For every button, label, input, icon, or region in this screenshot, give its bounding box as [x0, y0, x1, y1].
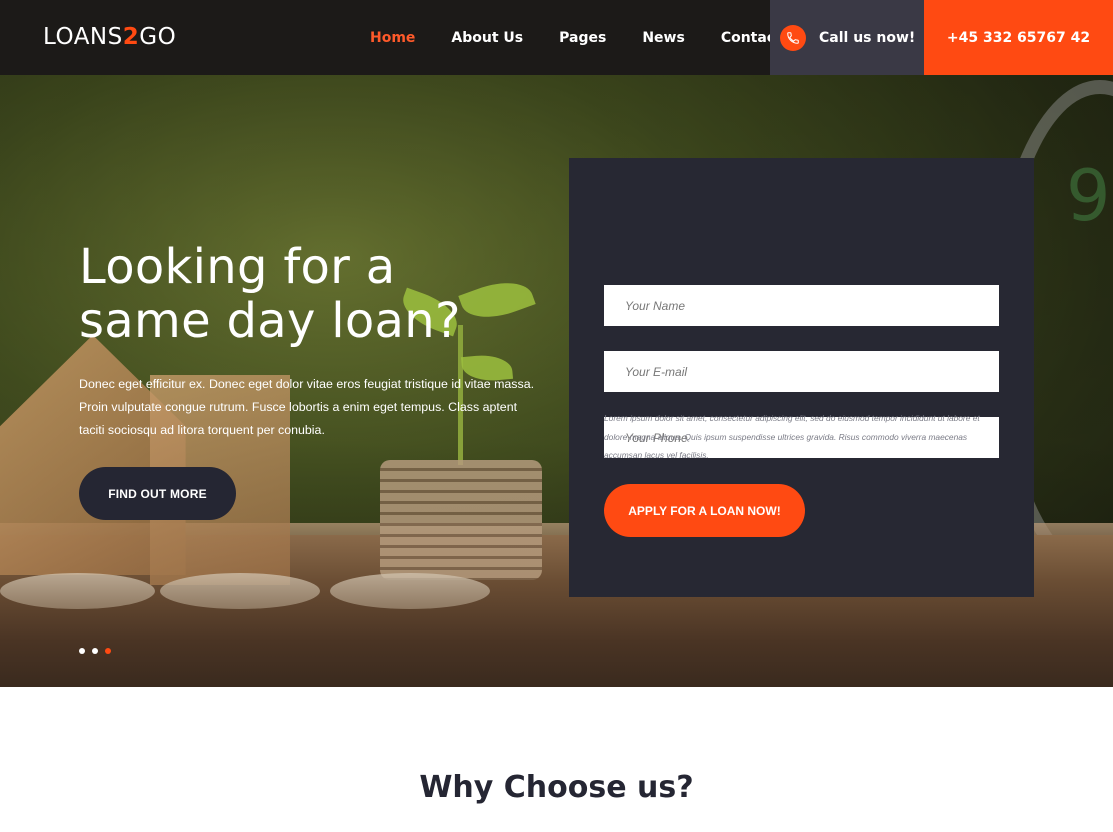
hero-slider: 9 Looking for a same day loan? Donec ege… — [0, 75, 1113, 687]
site-logo[interactable]: LOANS2GO — [43, 24, 176, 50]
nav-item-pages[interactable]: Pages — [541, 30, 624, 46]
loan-application-form: Your Name Your E-mail Your Phone Lorem i… — [569, 158, 1034, 597]
find-out-more-button[interactable]: FIND OUT MORE — [79, 467, 236, 520]
logo-text-accent: 2 — [122, 24, 140, 50]
logo-text-part2: GO — [139, 24, 177, 50]
slider-pagination — [79, 648, 111, 654]
nav-item-home[interactable]: Home — [352, 30, 433, 46]
name-input[interactable]: Your Name — [604, 285, 999, 326]
nav-item-about-us[interactable]: About Us — [433, 30, 541, 46]
phone-icon — [780, 24, 806, 51]
logo-text-part1: LOANS — [43, 24, 123, 50]
phone-number-box[interactable]: +45 332 65767 42 — [924, 0, 1113, 75]
apply-for-loan-button[interactable]: APPLY FOR A LOAN NOW! — [604, 484, 805, 537]
slider-dot[interactable] — [79, 648, 85, 654]
email-input[interactable]: Your E-mail — [604, 351, 999, 392]
slider-dot[interactable] — [92, 648, 98, 654]
slider-dot-active[interactable] — [105, 648, 111, 654]
call-us-box[interactable]: Call us now! — [770, 0, 924, 75]
main-nav: Home About Us Pages News Contact — [352, 0, 800, 75]
nav-item-news[interactable]: News — [624, 30, 702, 46]
call-us-label: Call us now! — [819, 29, 916, 46]
hero-title: Looking for a same day loan? — [79, 239, 461, 349]
section-title: Why Choose us? — [419, 770, 694, 805]
site-header: LOANS2GO Home About Us Pages News Contac… — [0, 0, 1113, 75]
form-disclaimer: Lorem ipsum dolor sit amet, consectetur … — [604, 413, 980, 460]
hero-description: Donec eget efficitur ex. Donec eget dolo… — [79, 377, 535, 437]
